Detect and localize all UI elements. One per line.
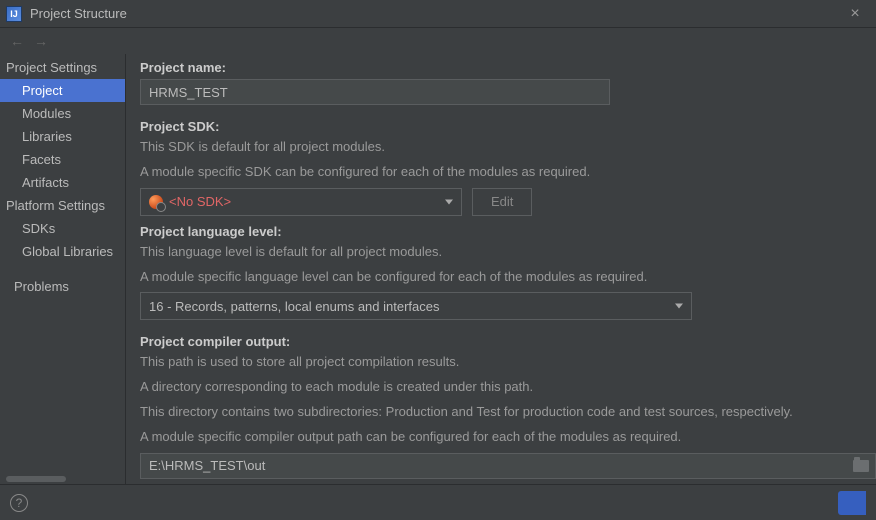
sidebar-item-global-libraries[interactable]: Global Libraries xyxy=(0,240,125,263)
titlebar: IJ Project Structure × xyxy=(0,0,876,28)
dialog-footer: ? xyxy=(0,484,876,520)
compiler-output-desc3: This directory contains two subdirectori… xyxy=(140,403,862,422)
sidebar-item-project[interactable]: Project xyxy=(0,79,125,102)
sidebar-item-facets[interactable]: Facets xyxy=(0,148,125,171)
sidebar-item-libraries[interactable]: Libraries xyxy=(0,125,125,148)
window-title: Project Structure xyxy=(30,6,840,21)
project-sdk-desc2: A module specific SDK can be configured … xyxy=(140,163,862,182)
project-name-input[interactable]: HRMS_TEST xyxy=(140,79,610,105)
project-sdk-value: <No SDK> xyxy=(169,194,231,209)
sidebar-group-project-settings: Project Settings xyxy=(0,56,125,79)
ok-button-edge[interactable] xyxy=(838,491,866,515)
compiler-output-label: Project compiler output: xyxy=(140,334,862,349)
sidebar-group-platform-settings: Platform Settings xyxy=(0,194,125,217)
chevron-down-icon xyxy=(445,199,453,204)
app-icon: IJ xyxy=(6,6,22,22)
browse-folder-icon[interactable] xyxy=(853,460,869,472)
compiler-output-desc1: This path is used to store all project c… xyxy=(140,353,862,372)
project-sdk-label: Project SDK: xyxy=(140,119,862,134)
sidebar: Project Settings Project Modules Librari… xyxy=(0,54,126,484)
language-level-value: 16 - Records, patterns, local enums and … xyxy=(149,299,439,314)
content-panel: Project name: HRMS_TEST Project SDK: Thi… xyxy=(126,54,876,484)
sdk-missing-icon xyxy=(149,195,163,209)
compiler-output-desc4: A module specific compiler output path c… xyxy=(140,428,862,447)
chevron-down-icon xyxy=(675,304,683,309)
compiler-output-desc2: A directory corresponding to each module… xyxy=(140,378,862,397)
language-level-desc2: A module specific language level can be … xyxy=(140,268,862,287)
language-level-combo[interactable]: 16 - Records, patterns, local enums and … xyxy=(140,292,692,320)
sidebar-item-modules[interactable]: Modules xyxy=(0,102,125,125)
forward-icon[interactable]: → xyxy=(32,33,50,49)
language-level-label: Project language level: xyxy=(140,224,862,239)
help-button[interactable]: ? xyxy=(10,494,28,512)
compiler-output-value: E:\HRMS_TEST\out xyxy=(149,458,265,473)
close-icon[interactable]: × xyxy=(840,4,870,24)
project-name-label: Project name: xyxy=(140,60,862,75)
sidebar-scrollbar-thumb[interactable] xyxy=(6,476,66,482)
back-icon[interactable]: ← xyxy=(8,33,26,49)
sidebar-item-sdks[interactable]: SDKs xyxy=(0,217,125,240)
language-level-desc1: This language level is default for all p… xyxy=(140,243,862,262)
project-name-value: HRMS_TEST xyxy=(149,85,228,100)
project-sdk-combo[interactable]: <No SDK> xyxy=(140,188,462,216)
project-sdk-desc1: This SDK is default for all project modu… xyxy=(140,138,862,157)
edit-sdk-button[interactable]: Edit xyxy=(472,188,532,216)
nav-toolbar: ← → xyxy=(0,28,876,54)
sidebar-item-problems[interactable]: Problems xyxy=(0,275,125,298)
sidebar-item-artifacts[interactable]: Artifacts xyxy=(0,171,125,194)
compiler-output-input[interactable]: E:\HRMS_TEST\out xyxy=(140,453,876,479)
